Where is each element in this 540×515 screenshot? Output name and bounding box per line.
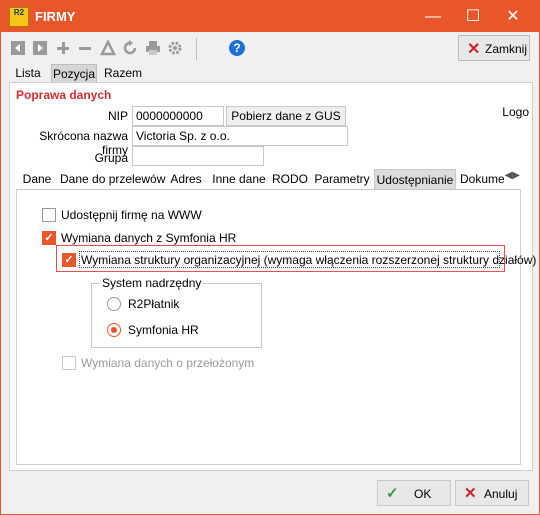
- short-name-field[interactable]: Victoria Sp. z o.o.: [132, 126, 348, 146]
- maximize-icon[interactable]: ☐: [453, 3, 493, 30]
- tab-adres[interactable]: Adres: [168, 169, 204, 189]
- tab-dane-do-przelewow[interactable]: Dane do przelewów: [60, 169, 165, 189]
- refresh-icon[interactable]: [122, 40, 138, 56]
- cancel-button[interactable]: ✕ Anuluj: [455, 480, 529, 506]
- r2platnik-radio[interactable]: [107, 297, 121, 311]
- toolbar-separator: [196, 38, 197, 60]
- remove-icon[interactable]: [77, 40, 93, 56]
- print-icon[interactable]: [145, 40, 161, 56]
- inner-tabs: Dane Dane do przelewów Adres Inne dane R…: [16, 169, 521, 190]
- toolbar: ? ✕ Zamknij: [1, 32, 539, 64]
- share-www-checkbox[interactable]: [42, 208, 56, 222]
- settings-icon[interactable]: [167, 40, 183, 56]
- exchange-hr-label: Wymiana danych z Symfonia HR: [61, 231, 237, 245]
- ok-button[interactable]: ✓ OK: [377, 480, 451, 506]
- symfonia-hr-radio[interactable]: [107, 323, 121, 337]
- minimize-icon[interactable]: —: [413, 3, 453, 30]
- r2platnik-label: R2Płatnik: [128, 297, 180, 311]
- scroll-right-icon[interactable]: ▶: [512, 170, 520, 181]
- org-structure-checkbox[interactable]: ✓: [62, 253, 76, 267]
- main-panel: Poprawa danych Logo NIP 0000000000 Pobie…: [9, 82, 536, 471]
- nip-label: NIP: [107, 109, 128, 123]
- group-label: Grupa: [94, 151, 128, 165]
- edit-icon[interactable]: [99, 39, 117, 56]
- tab-pozycja[interactable]: Pozycja: [51, 64, 97, 82]
- nip-field[interactable]: 0000000000: [132, 106, 224, 126]
- sharing-panel: Udostępnij firmę na WWW ✓ Wymiana danych…: [16, 189, 536, 465]
- help-icon[interactable]: ?: [229, 40, 245, 56]
- tab-dane[interactable]: Dane: [20, 169, 54, 189]
- tab-lista[interactable]: Lista: [9, 64, 47, 82]
- cancel-button-label: Anuluj: [484, 487, 518, 501]
- tab-inne-dane[interactable]: Inne dane: [210, 169, 268, 189]
- add-icon[interactable]: [55, 40, 71, 56]
- window-title: FIRMY: [35, 9, 76, 24]
- tab-parametry[interactable]: Parametry: [312, 169, 372, 189]
- section-title: Poprawa danych: [16, 88, 112, 102]
- close-button[interactable]: ✕ Zamknij: [458, 35, 530, 61]
- ok-check-icon: ✓: [386, 485, 399, 502]
- title-bar[interactable]: R2 FIRMY — ☐ ✕: [1, 1, 539, 32]
- cancel-x-icon: ✕: [464, 485, 477, 502]
- tab-rodo[interactable]: RODO: [272, 169, 308, 189]
- ok-button-label: OK: [414, 487, 432, 501]
- symfonia-hr-label: Symfonia HR: [128, 323, 199, 337]
- tab-dokumenty[interactable]: Dokumen: [460, 169, 504, 189]
- tab-razem[interactable]: Razem: [101, 64, 145, 82]
- tab-scroll-arrows[interactable]: ◀▶: [505, 170, 520, 181]
- supervisor-label: Wymiana danych o przełożonym: [81, 356, 255, 370]
- gus-button[interactable]: Pobierz dane z GUS: [226, 106, 346, 126]
- firmy-window: R2 FIRMY — ☐ ✕ ? ✕ Zamknij Lista Pozycja…: [0, 0, 540, 515]
- group-field[interactable]: [132, 146, 264, 166]
- logo-label: Logo: [502, 105, 529, 119]
- app-logo-icon: R2: [9, 7, 29, 27]
- close-x-icon: ✕: [467, 41, 481, 58]
- share-www-label: Udostępnij firmę na WWW: [61, 208, 202, 222]
- parent-system-title: System nadrzędny: [100, 276, 204, 290]
- close-window-icon[interactable]: ✕: [493, 3, 533, 30]
- parent-system-group: System nadrzędny R2Płatnik Symfonia HR: [91, 276, 262, 348]
- exchange-hr-checkbox[interactable]: ✓: [42, 231, 56, 245]
- first-icon[interactable]: [10, 40, 26, 56]
- close-button-label: Zamknij: [485, 42, 528, 56]
- supervisor-checkbox[interactable]: [62, 356, 76, 370]
- next-icon[interactable]: [32, 40, 48, 56]
- org-structure-label: Wymiana struktury organizacyjnej (wymaga…: [81, 253, 537, 267]
- tab-udostepnianie[interactable]: Udostępnianie: [374, 169, 456, 189]
